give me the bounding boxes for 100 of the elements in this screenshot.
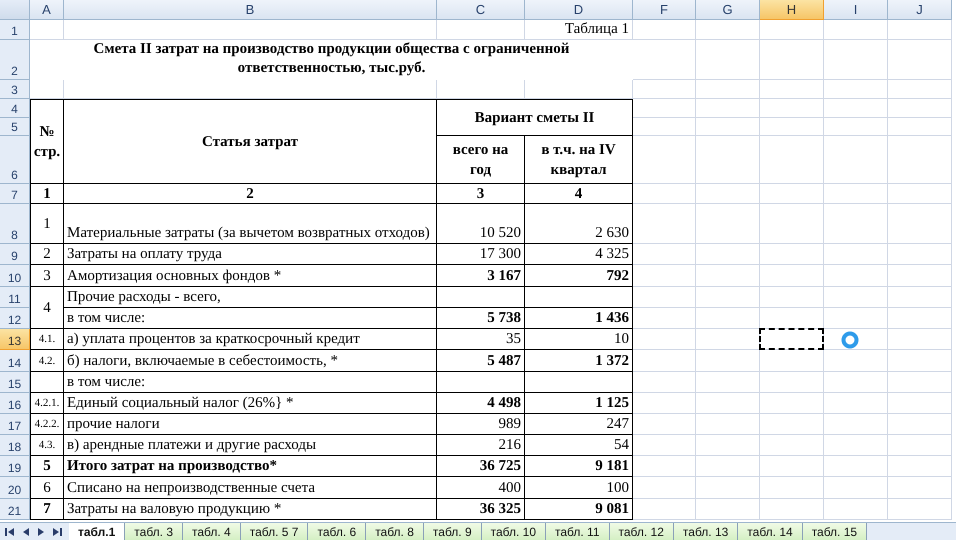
grid-cell[interactable] — [824, 414, 888, 435]
column-header[interactable]: H — [760, 0, 824, 20]
grid-cell[interactable] — [696, 308, 760, 329]
column-header[interactable]: C — [437, 0, 525, 20]
sheet-tab[interactable]: табл. 13 — [674, 523, 738, 540]
column-header[interactable]: B — [64, 0, 437, 20]
grid-cell[interactable] — [760, 244, 824, 265]
row-header[interactable]: 18 — [0, 435, 30, 456]
row-header[interactable]: 15 — [0, 372, 30, 393]
row-header[interactable]: 10 — [0, 265, 30, 287]
grid-cell[interactable] — [888, 80, 952, 99]
grid-cell[interactable] — [760, 20, 824, 40]
grid-cell[interactable] — [888, 393, 952, 414]
grid-cell[interactable] — [888, 244, 952, 265]
previous-sheet-icon[interactable] — [21, 527, 31, 537]
grid-cell[interactable] — [760, 184, 824, 204]
row-header[interactable]: 11 — [0, 287, 30, 308]
grid-cell[interactable] — [696, 393, 760, 414]
row-header[interactable]: 21 — [0, 499, 30, 520]
row-header[interactable]: 20 — [0, 477, 30, 499]
grid-cell[interactable] — [824, 435, 888, 456]
row-header[interactable]: 1 — [0, 20, 30, 40]
grid-cell[interactable] — [824, 372, 888, 393]
sheet-tab[interactable]: табл. 8 — [366, 523, 424, 540]
grid-cell[interactable] — [633, 80, 696, 99]
row-header[interactable]: 16 — [0, 393, 30, 414]
row-header[interactable]: 4 — [0, 99, 30, 118]
row-header[interactable]: 19 — [0, 456, 30, 477]
sheet-tab[interactable]: табл. 6 — [308, 523, 366, 540]
grid-cell[interactable] — [760, 499, 824, 520]
row-header[interactable]: 8 — [0, 204, 30, 244]
grid-cell[interactable] — [888, 435, 952, 456]
grid-cell[interactable] — [824, 118, 888, 136]
grid-cell[interactable] — [696, 265, 760, 287]
grid-cell[interactable] — [760, 40, 824, 80]
grid-cell[interactable] — [888, 204, 952, 244]
grid-cell[interactable] — [760, 287, 824, 308]
column-header[interactable]: D — [525, 0, 633, 20]
row-header[interactable]: 13 — [0, 329, 30, 350]
grid-cell[interactable] — [696, 20, 760, 40]
grid-cell[interactable] — [696, 414, 760, 435]
grid-cell[interactable] — [760, 118, 824, 136]
grid-cell[interactable] — [760, 372, 824, 393]
select-all-corner[interactable] — [0, 0, 30, 20]
grid-cell[interactable] — [824, 477, 888, 499]
column-header[interactable]: J — [888, 0, 952, 20]
grid-cell[interactable] — [696, 118, 760, 136]
grid-cell[interactable] — [760, 414, 824, 435]
last-sheet-icon[interactable] — [51, 527, 63, 537]
grid-cell[interactable] — [696, 40, 760, 80]
grid-cell[interactable] — [824, 393, 888, 414]
row-header[interactable]: 12 — [0, 308, 30, 329]
grid-cell[interactable] — [888, 329, 952, 350]
column-header[interactable]: I — [824, 0, 888, 20]
row-header[interactable]: 17 — [0, 414, 30, 435]
grid-cell[interactable] — [760, 204, 824, 244]
grid-cell[interactable] — [760, 456, 824, 477]
grid-cell[interactable] — [696, 99, 760, 118]
grid-cell[interactable] — [824, 308, 888, 329]
grid-cell[interactable] — [824, 20, 888, 40]
grid-cell[interactable] — [888, 265, 952, 287]
grid-cell[interactable] — [824, 184, 888, 204]
grid-cell[interactable] — [824, 99, 888, 118]
grid-cell[interactable] — [696, 80, 760, 99]
column-header[interactable]: F — [633, 0, 696, 20]
grid-cell[interactable] — [760, 80, 824, 99]
grid-cell[interactable] — [760, 477, 824, 499]
sheet-tab[interactable]: табл. 11 — [546, 523, 610, 540]
column-header[interactable]: G — [696, 0, 760, 20]
grid-cell[interactable] — [888, 40, 952, 80]
row-header[interactable]: 9 — [0, 244, 30, 265]
grid-cell[interactable] — [888, 414, 952, 435]
grid-cell[interactable] — [888, 184, 952, 204]
grid-cell[interactable] — [888, 287, 952, 308]
sheet-tab[interactable]: табл. 15 — [802, 523, 868, 540]
sheet-tab[interactable]: табл.1 — [69, 523, 126, 540]
grid-cell[interactable] — [888, 350, 952, 372]
grid-cell[interactable] — [696, 204, 760, 244]
first-sheet-icon[interactable] — [4, 527, 16, 537]
grid-cell[interactable] — [824, 287, 888, 308]
row-header[interactable]: 3 — [0, 80, 30, 99]
grid-cell[interactable] — [760, 99, 824, 118]
sheet-tab[interactable]: табл. 14 — [738, 523, 803, 540]
grid-cell[interactable] — [888, 456, 952, 477]
row-header[interactable]: 2 — [0, 40, 30, 80]
grid-cell[interactable] — [696, 244, 760, 265]
grid-cell[interactable] — [888, 20, 952, 40]
row-header[interactable]: 5 — [0, 118, 30, 136]
sheet-tab[interactable]: табл. 12 — [610, 523, 674, 540]
grid-cell[interactable] — [824, 40, 888, 80]
grid-cell[interactable] — [696, 456, 760, 477]
column-header[interactable]: A — [30, 0, 64, 20]
grid-cell[interactable] — [760, 435, 824, 456]
grid-cell[interactable] — [824, 265, 888, 287]
grid-cell[interactable] — [696, 372, 760, 393]
row-header[interactable]: 7 — [0, 184, 30, 204]
grid-cell[interactable] — [760, 393, 824, 414]
grid-cell[interactable] — [824, 136, 888, 184]
grid-cell[interactable] — [888, 308, 952, 329]
grid-cell[interactable] — [696, 136, 760, 184]
